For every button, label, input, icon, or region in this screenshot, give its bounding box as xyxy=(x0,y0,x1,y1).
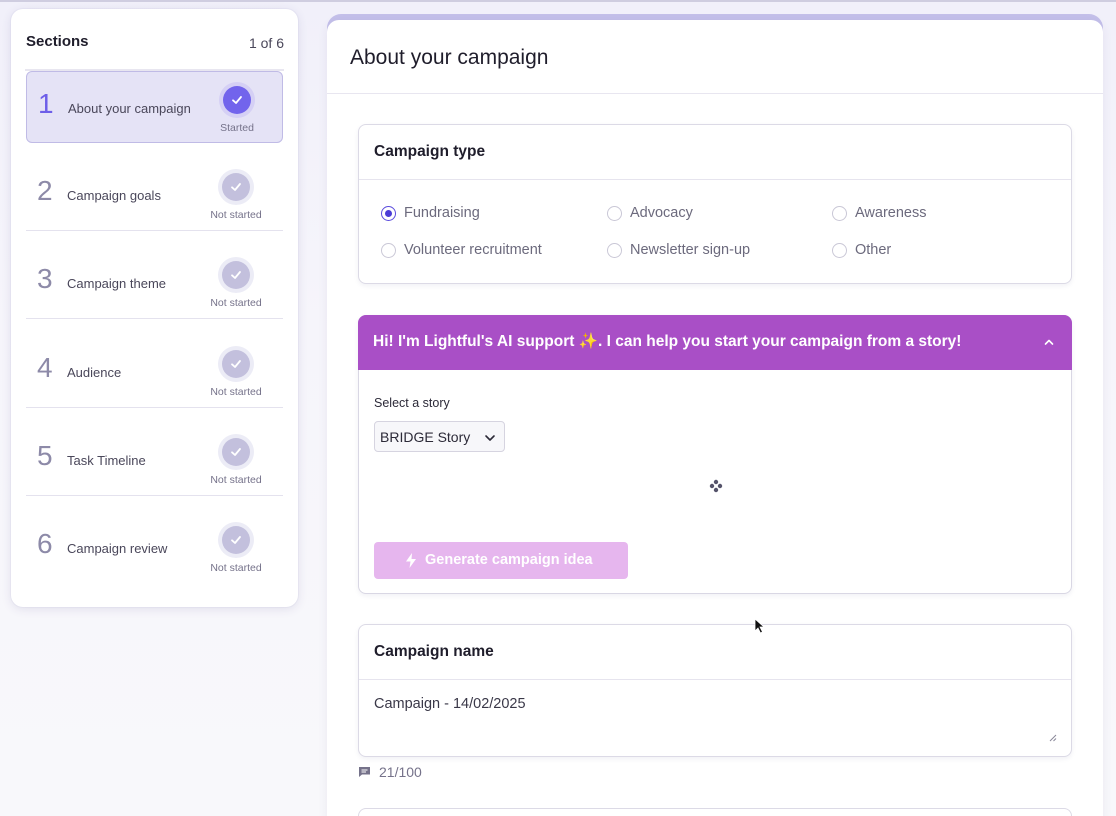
section-number: 6 xyxy=(37,528,53,559)
section-number: 3 xyxy=(37,263,53,294)
radio-button[interactable] xyxy=(381,205,396,221)
sidebar-item-campaign-review[interactable]: 6 Campaign review Not started xyxy=(26,512,283,584)
check-icon xyxy=(219,82,255,118)
section-number: 1 xyxy=(38,88,54,119)
next-card xyxy=(358,808,1072,816)
resize-handle-icon[interactable] xyxy=(1049,734,1057,742)
section-label: About your campaign xyxy=(68,101,191,116)
check-icon xyxy=(218,522,254,558)
comment-icon xyxy=(359,767,370,777)
radio-button[interactable] xyxy=(832,205,847,221)
radio-label: Advocacy xyxy=(630,205,693,221)
sidebar-item-campaign-theme[interactable]: 3 Campaign theme Not started xyxy=(26,247,283,319)
section-label: Campaign review xyxy=(67,541,168,556)
section-status: Not started xyxy=(210,474,262,486)
check-icon xyxy=(218,169,254,205)
main-header: About your campaign xyxy=(327,20,1103,94)
radio-label: Volunteer recruitment xyxy=(404,242,542,258)
window-top-border xyxy=(0,0,1116,2)
chevron-up-icon[interactable] xyxy=(1042,335,1056,349)
radio-newsletter-sign-up[interactable]: Newsletter sign-up xyxy=(607,242,750,258)
section-label: Campaign theme xyxy=(67,276,166,291)
radio-button[interactable] xyxy=(832,242,847,258)
check-icon xyxy=(218,434,254,470)
generate-campaign-idea-button[interactable]: Generate campaign idea xyxy=(374,542,628,579)
radio-button[interactable] xyxy=(607,205,622,221)
radio-label: Other xyxy=(855,242,892,258)
sidebar-title: Sections xyxy=(26,33,89,50)
sidebar-item-about-your-campaign[interactable]: 1 About your campaign Started xyxy=(26,71,283,143)
story-select-value: BRIDGE Story xyxy=(380,429,471,445)
sidebar-item-task-timeline[interactable]: 5 Task Timeline Not started xyxy=(26,424,283,496)
ai-support-message: Hi! I'm Lightful's AI support ✨. I can h… xyxy=(373,333,962,350)
radio-label: Fundraising xyxy=(404,205,480,221)
section-status: Not started xyxy=(210,297,262,309)
sidebar-item-audience[interactable]: 4 Audience Not started xyxy=(26,336,283,408)
section-label: Task Timeline xyxy=(67,453,146,468)
section-number: 4 xyxy=(37,352,53,383)
sections-sidebar: Sections 1 of 6 1 About your campaign St… xyxy=(11,9,298,607)
section-number: 2 xyxy=(37,175,53,206)
chevron-down-icon xyxy=(485,435,495,441)
section-progress-count: 1 of 6 xyxy=(248,35,284,51)
check-icon xyxy=(218,257,254,293)
sidebar-item-campaign-goals[interactable]: 2 Campaign goals Not started xyxy=(26,159,283,231)
spinner-icon xyxy=(709,479,723,493)
radio-awareness[interactable]: Awareness xyxy=(832,205,926,221)
section-status: Not started xyxy=(210,386,262,398)
section-label: Audience xyxy=(67,365,122,380)
radio-fundraising[interactable]: Fundraising xyxy=(381,205,480,221)
radio-other[interactable]: Other xyxy=(832,242,891,258)
select-story-label: Select a story xyxy=(374,396,450,410)
story-select[interactable]: BRIDGE Story xyxy=(374,421,505,452)
section-status: Started xyxy=(220,122,254,134)
campaign-name-card: Campaign name Campaign - 14/02/2025 xyxy=(358,624,1072,757)
mouse-cursor-icon xyxy=(754,618,765,634)
campaign-name-input[interactable]: Campaign - 14/02/2025 xyxy=(374,696,526,712)
campaign-type-card: Campaign type Fundraising Advocacy Aware… xyxy=(358,124,1072,284)
radio-button[interactable] xyxy=(381,242,396,258)
section-status: Not started xyxy=(210,562,262,574)
radio-label: Newsletter sign-up xyxy=(630,242,751,258)
card-header: Campaign name xyxy=(359,625,1071,680)
radio-advocacy[interactable]: Advocacy xyxy=(607,205,693,221)
radio-label: Awareness xyxy=(855,205,927,221)
ai-support-banner[interactable]: Hi! I'm Lightful's AI support ✨. I can h… xyxy=(358,315,1072,370)
check-icon xyxy=(218,346,254,382)
radio-button[interactable] xyxy=(607,242,622,258)
ai-support-card: Hi! I'm Lightful's AI support ✨. I can h… xyxy=(358,315,1072,594)
card-title: Campaign type xyxy=(374,143,486,160)
section-number: 5 xyxy=(37,440,53,471)
section-label: Campaign goals xyxy=(67,188,161,203)
main-panel: About your campaign Campaign type Fundra… xyxy=(327,20,1103,816)
page-title: About your campaign xyxy=(350,46,549,69)
card-title: Campaign name xyxy=(374,643,494,660)
radio-volunteer-recruitment[interactable]: Volunteer recruitment xyxy=(381,242,542,258)
card-header: Campaign type xyxy=(359,125,1071,180)
character-counter: 21/100 xyxy=(358,764,422,780)
generate-button-label: Generate campaign idea xyxy=(425,552,593,568)
section-status: Not started xyxy=(210,209,262,221)
bolt-icon xyxy=(406,553,416,568)
character-count: 21/100 xyxy=(379,764,422,780)
sidebar-header: Sections 1 of 6 xyxy=(25,9,284,71)
